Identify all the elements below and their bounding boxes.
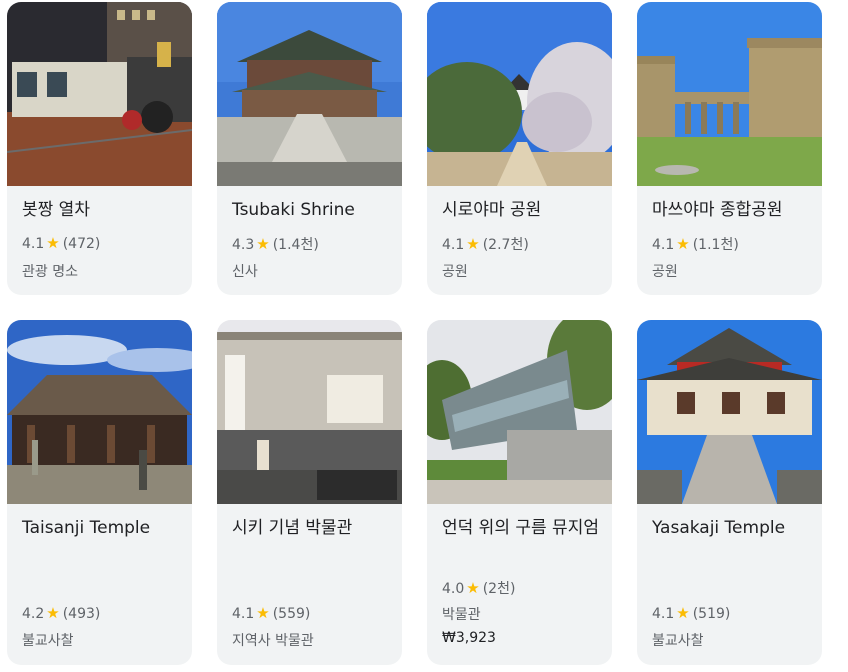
place-title: Tsubaki Shrine bbox=[232, 200, 355, 220]
place-photo bbox=[427, 320, 612, 504]
place-photo bbox=[217, 320, 402, 504]
rating-row: 4.1 ★ (1.1천) bbox=[652, 234, 739, 254]
place-title: 봇짱 열차 bbox=[22, 200, 90, 220]
place-photo bbox=[7, 2, 192, 186]
place-photo bbox=[637, 320, 822, 504]
rating-value: 4.2 bbox=[22, 606, 45, 622]
review-count: (2천) bbox=[482, 581, 516, 597]
star-icon: ★ bbox=[256, 235, 270, 253]
place-card-yasakaji-temple[interactable]: Yasakaji Temple 4.1 ★ (519) 불교사찰 bbox=[637, 320, 822, 665]
star-icon: ★ bbox=[46, 234, 60, 252]
place-category: 불교사찰 bbox=[652, 633, 704, 649]
place-title: 마쓰야마 종합공원 bbox=[652, 200, 783, 220]
rating-value: 4.1 bbox=[232, 606, 255, 622]
star-icon: ★ bbox=[256, 604, 270, 622]
place-photo bbox=[7, 320, 192, 504]
rating-row: 4.1 ★ (2.7천) bbox=[442, 234, 529, 254]
review-count: (519) bbox=[692, 606, 731, 622]
rating-value: 4.3 bbox=[232, 237, 255, 253]
rating-row: 4.1 ★ (559) bbox=[232, 604, 310, 622]
rating-value: 4.1 bbox=[652, 237, 675, 253]
place-card-matsuyama-sogo-park[interactable]: 마쓰야마 종합공원 4.1 ★ (1.1천) 공원 bbox=[637, 2, 822, 295]
review-count: (472) bbox=[62, 236, 101, 252]
place-card-taisanji-temple[interactable]: Taisanji Temple 4.2 ★ (493) 불교사찰 bbox=[7, 320, 192, 665]
star-icon: ★ bbox=[466, 235, 480, 253]
place-title: 시키 기념 박물관 bbox=[232, 518, 353, 538]
star-icon: ★ bbox=[466, 579, 480, 597]
star-icon: ★ bbox=[46, 604, 60, 622]
place-category: 불교사찰 bbox=[22, 633, 74, 649]
rating-value: 4.1 bbox=[442, 237, 465, 253]
rating-row: 4.1 ★ (519) bbox=[652, 604, 730, 622]
place-category: 신사 bbox=[232, 264, 258, 280]
place-category: 공원 bbox=[652, 264, 678, 280]
rating-value: 4.1 bbox=[652, 606, 675, 622]
place-title: Taisanji Temple bbox=[22, 518, 151, 538]
place-title: 시로야마 공원 bbox=[442, 200, 542, 220]
place-title: Yasakaji Temple bbox=[652, 518, 786, 538]
star-icon: ★ bbox=[676, 604, 690, 622]
rating-row: 4.0 ★ (2천) bbox=[442, 578, 515, 598]
review-count: (493) bbox=[62, 606, 101, 622]
place-card-shiki-memorial-museum[interactable]: 시키 기념 박물관 4.1 ★ (559) 지역사 박물관 bbox=[217, 320, 402, 665]
place-photo bbox=[637, 2, 822, 186]
rating-row: 4.2 ★ (493) bbox=[22, 604, 100, 622]
place-card-shiroyama-park[interactable]: 시로야마 공원 4.1 ★ (2.7천) 공원 bbox=[427, 2, 612, 295]
review-count: (2.7천) bbox=[482, 237, 529, 253]
review-count: (1.4천) bbox=[272, 237, 319, 253]
star-icon: ★ bbox=[676, 235, 690, 253]
place-photo bbox=[427, 2, 612, 186]
place-card-saka-no-ue-no-kumo-museum[interactable]: 언덕 위의 구름 뮤지엄 4.0 ★ (2천) 박물관 ₩3,923 bbox=[427, 320, 612, 665]
rating-row: 4.1 ★ (472) bbox=[22, 234, 100, 252]
place-category: 지역사 박물관 bbox=[232, 633, 314, 649]
admission-price: ₩3,923 bbox=[442, 630, 496, 646]
place-card-botchan-train[interactable]: 봇짱 열차 4.1 ★ (472) 관광 명소 bbox=[7, 2, 192, 295]
place-title: 언덕 위의 구름 뮤지엄 bbox=[442, 518, 599, 538]
rating-value: 4.0 bbox=[442, 581, 465, 597]
place-category: 관광 명소 bbox=[22, 264, 78, 280]
review-count: (559) bbox=[272, 606, 311, 622]
review-count: (1.1천) bbox=[692, 237, 739, 253]
place-category: 공원 bbox=[442, 264, 468, 280]
place-category: 박물관 bbox=[442, 607, 481, 623]
place-card-tsubaki-shrine[interactable]: Tsubaki Shrine 4.3 ★ (1.4천) 신사 bbox=[217, 2, 402, 295]
rating-value: 4.1 bbox=[22, 236, 45, 252]
rating-row: 4.3 ★ (1.4천) bbox=[232, 234, 319, 254]
place-photo bbox=[217, 2, 402, 186]
